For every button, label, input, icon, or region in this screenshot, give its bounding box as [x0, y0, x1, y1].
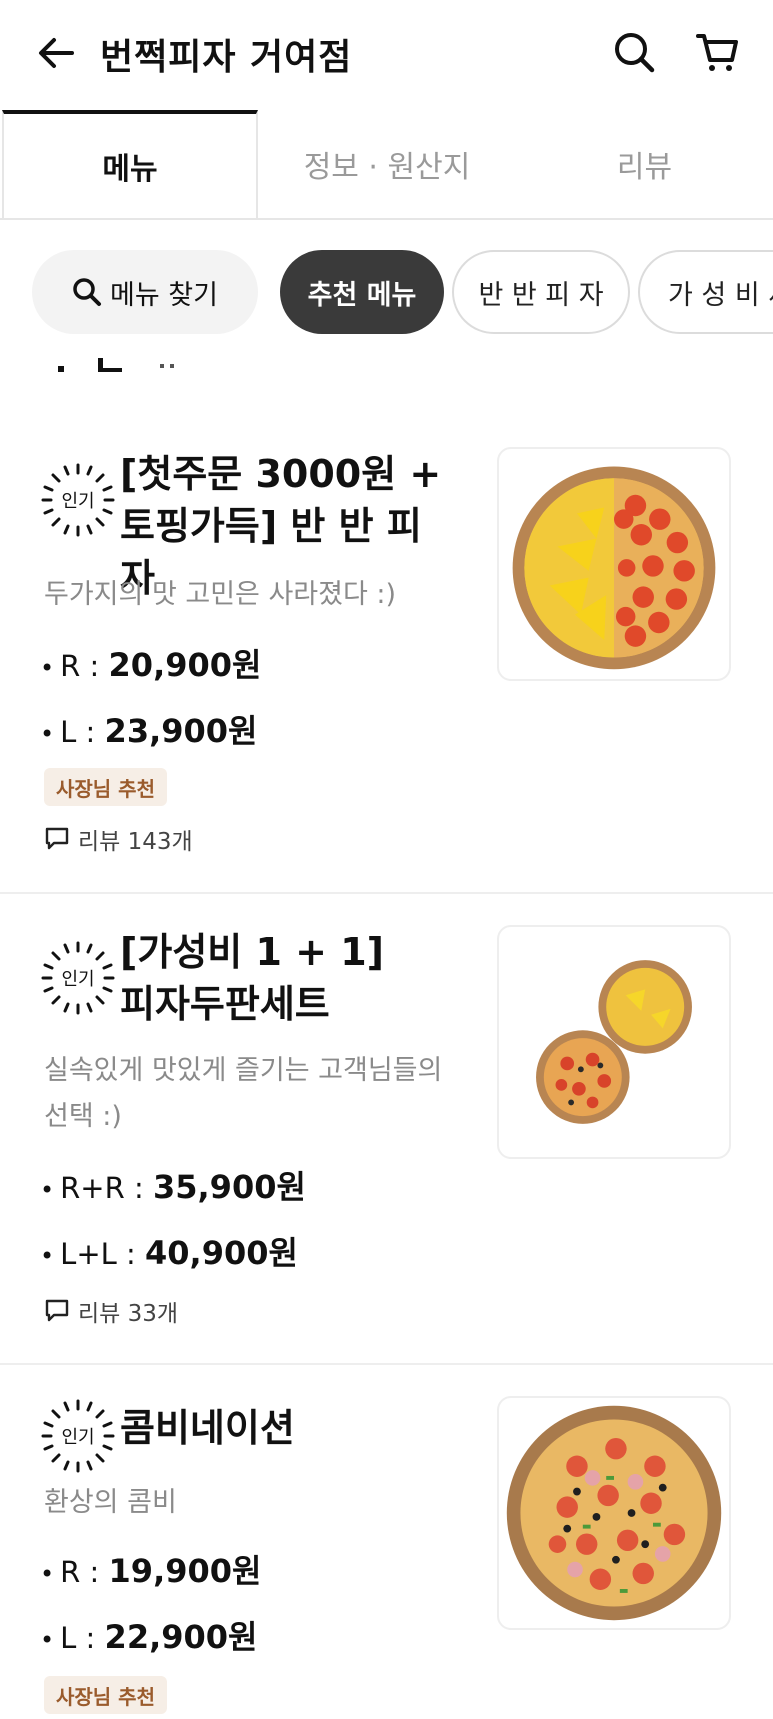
search-icon: [73, 278, 102, 306]
menu-item-price: • L : 22,900원: [40, 1618, 258, 1656]
chip-value[interactable]: 가 성 비 세: [638, 250, 773, 334]
svg-text:인기: 인기: [61, 491, 94, 512]
menu-item-name: [가성비 1 + 1] 피자두판세트: [120, 930, 385, 1026]
chip-recommended[interactable]: 추천 메뉴: [280, 250, 444, 334]
owner-recommend-tag: 사장님 추천: [44, 768, 167, 806]
chip-half-half-pizza[interactable]: 반 반 피 자: [452, 250, 630, 334]
two-pizza-set-image: [536, 960, 692, 1124]
menu-search-button[interactable]: 메뉴 찾기: [32, 250, 258, 334]
menu-item-description: 환상의 콤비: [44, 1487, 177, 1518]
tab-info-origin[interactable]: 정보 · 원산지: [258, 112, 516, 216]
half-half-pizza-image: [512, 466, 716, 670]
category-chips: 메뉴 찾기 추천 메뉴 반 반 피 자 가 성 비 세: [0, 240, 773, 340]
review-count: 리뷰 33개: [44, 1294, 178, 1328]
review-count: 리뷰 143개: [44, 822, 193, 856]
owner-recommend-tag: 사장님 추천: [44, 1676, 167, 1714]
menu-item-image[interactable]: [497, 925, 731, 1159]
store-title: 번쩍피자 거여점: [100, 37, 353, 78]
menu-item-price: • R : 20,900원: [40, 646, 262, 684]
menu-item-image[interactable]: [497, 1396, 731, 1630]
item-divider: [0, 1363, 773, 1365]
menu-item-description: 실속있게 맛있게 즐기는 고객님들의 선택 :): [44, 1055, 443, 1132]
menu-item-price: • L+L : 40,900원: [40, 1234, 298, 1272]
popular-badge: 인기: [41, 463, 115, 537]
cart-icon[interactable]: [696, 30, 740, 74]
store-tabs: 메뉴 정보 · 원산지 리뷰: [0, 110, 773, 220]
tab-menu[interactable]: 메뉴: [2, 110, 258, 218]
svg-text:인기: 인기: [61, 969, 94, 990]
speech-bubble-icon: [45, 1299, 69, 1322]
tab-reviews[interactable]: 리뷰: [516, 112, 773, 216]
menu-item-image[interactable]: [497, 447, 731, 681]
menu-item-price: • R : 19,900원: [40, 1552, 262, 1590]
combination-pizza-image: [506, 1405, 722, 1621]
item-divider: [0, 892, 773, 894]
search-icon[interactable]: [612, 30, 656, 74]
speech-bubble-icon: [45, 827, 69, 850]
popular-badge: 인기: [41, 941, 115, 1015]
section-heading-cutoff: [58, 358, 174, 372]
menu-item-price: • R+R : 35,900원: [40, 1168, 306, 1206]
popular-badge: 인기: [41, 1399, 115, 1473]
svg-text:인기: 인기: [61, 1427, 94, 1448]
menu-item-name: 콤비네이션: [120, 1406, 295, 1450]
menu-item-description: 두가지의 맛 고민은 사라졌다 :): [44, 579, 397, 610]
top-app-bar: 번쩍피자 거여점: [0, 0, 773, 110]
menu-item-price: • L : 23,900원: [40, 712, 258, 750]
arrow-left-icon[interactable]: [36, 33, 76, 73]
menu-search-label: 메뉴 찾기: [110, 279, 218, 311]
